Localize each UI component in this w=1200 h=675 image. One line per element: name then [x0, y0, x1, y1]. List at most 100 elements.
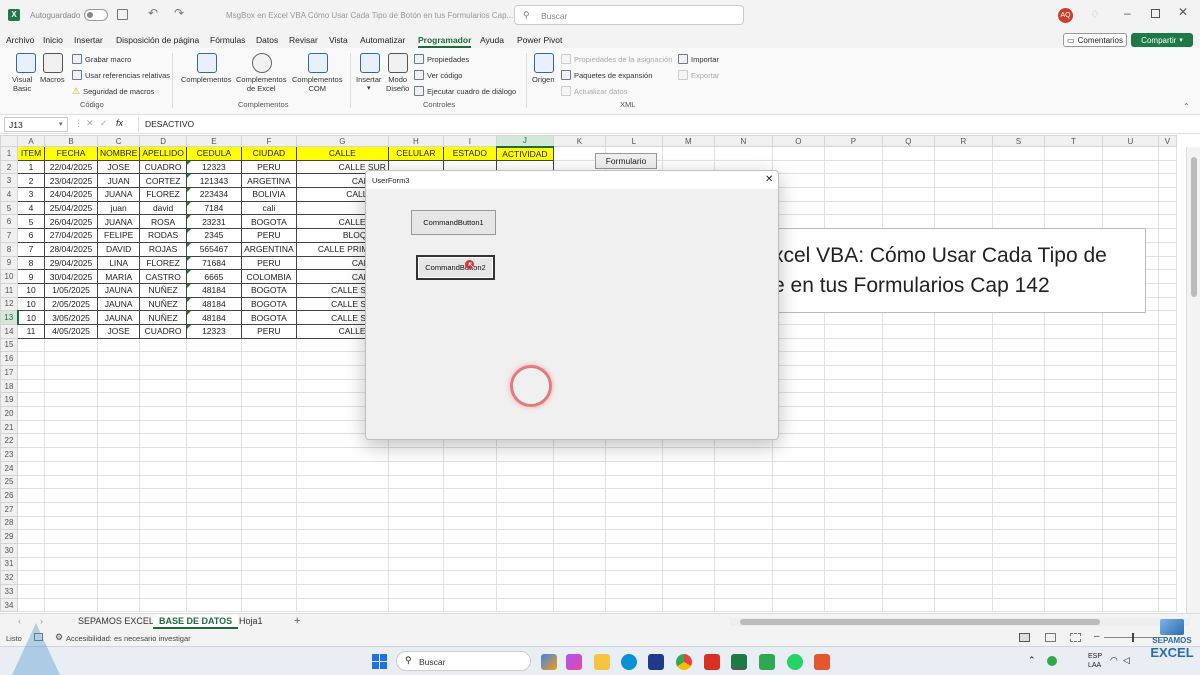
cell[interactable]: 8 — [17, 255, 45, 271]
cell[interactable] — [495, 542, 554, 558]
cell[interactable] — [185, 529, 242, 544]
cell[interactable] — [185, 392, 242, 408]
cell[interactable] — [881, 529, 935, 544]
cell[interactable] — [823, 447, 883, 462]
cell[interactable] — [442, 474, 497, 490]
tab-revisar[interactable]: Revisar — [289, 35, 318, 45]
cell[interactable] — [240, 447, 297, 462]
cell[interactable]: PERU — [240, 159, 297, 175]
cell[interactable] — [1157, 515, 1177, 531]
cell[interactable] — [552, 570, 606, 585]
cell[interactable] — [1101, 556, 1159, 572]
cell[interactable]: CUADRO — [139, 159, 187, 175]
cell[interactable] — [495, 584, 554, 599]
cell[interactable] — [1043, 460, 1103, 476]
cell[interactable] — [661, 474, 715, 490]
cell[interactable] — [1043, 447, 1103, 462]
cell[interactable] — [387, 542, 444, 558]
header-cell[interactable]: APELLIDO — [139, 146, 187, 161]
cell[interactable] — [823, 570, 883, 585]
cell[interactable] — [295, 447, 389, 462]
whatsapp-icon[interactable] — [787, 654, 803, 670]
cell[interactable] — [823, 556, 883, 572]
cell[interactable] — [552, 460, 606, 476]
cell[interactable] — [442, 570, 497, 585]
cell[interactable] — [139, 515, 187, 531]
cell[interactable] — [96, 501, 141, 517]
cell[interactable] — [240, 488, 297, 503]
cell[interactable]: 2/05/2025 — [44, 296, 98, 312]
cell[interactable]: 23231 — [185, 214, 242, 230]
cell[interactable] — [661, 447, 715, 462]
cell[interactable] — [604, 447, 663, 462]
cell[interactable] — [933, 378, 993, 394]
cell[interactable] — [240, 351, 297, 366]
cell[interactable] — [552, 542, 606, 558]
cell[interactable] — [771, 337, 825, 353]
cell[interactable] — [1101, 337, 1159, 353]
minimize-icon[interactable]: – — [1124, 6, 1131, 20]
cell[interactable] — [771, 214, 825, 230]
macros-button[interactable]: Macros — [40, 75, 65, 84]
cell[interactable] — [1157, 488, 1177, 503]
keyboard-layout[interactable]: LAA — [1088, 662, 1101, 669]
cell[interactable] — [552, 501, 606, 517]
cell[interactable] — [17, 433, 45, 449]
cell[interactable] — [1157, 269, 1177, 284]
cell[interactable]: 2345 — [185, 228, 242, 243]
row-header[interactable]: 25 — [0, 474, 18, 490]
cell[interactable] — [771, 378, 825, 394]
cell[interactable] — [17, 378, 45, 394]
column-header-b[interactable]: B — [44, 135, 98, 147]
cell[interactable] — [881, 214, 935, 230]
cell[interactable] — [17, 419, 45, 435]
camtasia-icon[interactable] — [759, 654, 775, 670]
cell[interactable]: 25/04/2025 — [44, 200, 98, 216]
cell[interactable] — [44, 351, 98, 366]
cell[interactable] — [604, 501, 663, 517]
column-header-a[interactable]: A — [17, 135, 45, 147]
cell[interactable] — [96, 351, 141, 366]
cell[interactable] — [991, 515, 1045, 531]
cell[interactable] — [823, 337, 883, 353]
column-header-g[interactable]: G — [295, 135, 389, 147]
cell[interactable] — [552, 488, 606, 503]
cell[interactable] — [1157, 556, 1177, 572]
cell[interactable] — [185, 433, 242, 449]
cell[interactable]: FELIPE — [96, 228, 141, 243]
cell[interactable] — [713, 529, 773, 544]
cell[interactable] — [1157, 460, 1177, 476]
cell[interactable] — [1101, 159, 1159, 175]
cell[interactable] — [185, 474, 242, 490]
cell[interactable] — [442, 529, 497, 544]
cell[interactable] — [1043, 337, 1103, 353]
cell[interactable]: 1/05/2025 — [44, 282, 98, 298]
cell[interactable] — [17, 337, 45, 353]
cell[interactable] — [881, 159, 935, 175]
row-header[interactable]: 28 — [0, 515, 18, 531]
cell[interactable] — [933, 556, 993, 572]
cell[interactable] — [1157, 597, 1177, 613]
cell[interactable] — [1043, 433, 1103, 449]
cell[interactable] — [604, 584, 663, 599]
cell[interactable] — [991, 337, 1045, 353]
cell[interactable] — [1043, 214, 1103, 230]
cell[interactable] — [771, 392, 825, 408]
cell[interactable] — [1157, 392, 1177, 408]
cell[interactable] — [881, 597, 935, 613]
sheet-tab-sepamos-excel[interactable]: SEPAMOS EXCEL — [72, 615, 160, 627]
column-header-u[interactable]: U — [1101, 135, 1159, 147]
cell[interactable] — [96, 515, 141, 531]
cell[interactable] — [881, 570, 935, 585]
visual-basic-button[interactable]: Visual Basic — [12, 75, 32, 93]
cell[interactable] — [713, 570, 773, 585]
header-cell[interactable]: NOMBRE — [96, 146, 141, 161]
cell[interactable] — [185, 419, 242, 435]
cell[interactable] — [1043, 584, 1103, 599]
cell[interactable] — [387, 570, 444, 585]
volume-icon[interactable]: ◁ — [1123, 655, 1130, 666]
cell[interactable]: CUADRO — [139, 323, 187, 339]
cell[interactable] — [933, 365, 993, 380]
cell[interactable] — [139, 351, 187, 366]
cell[interactable] — [1043, 200, 1103, 216]
